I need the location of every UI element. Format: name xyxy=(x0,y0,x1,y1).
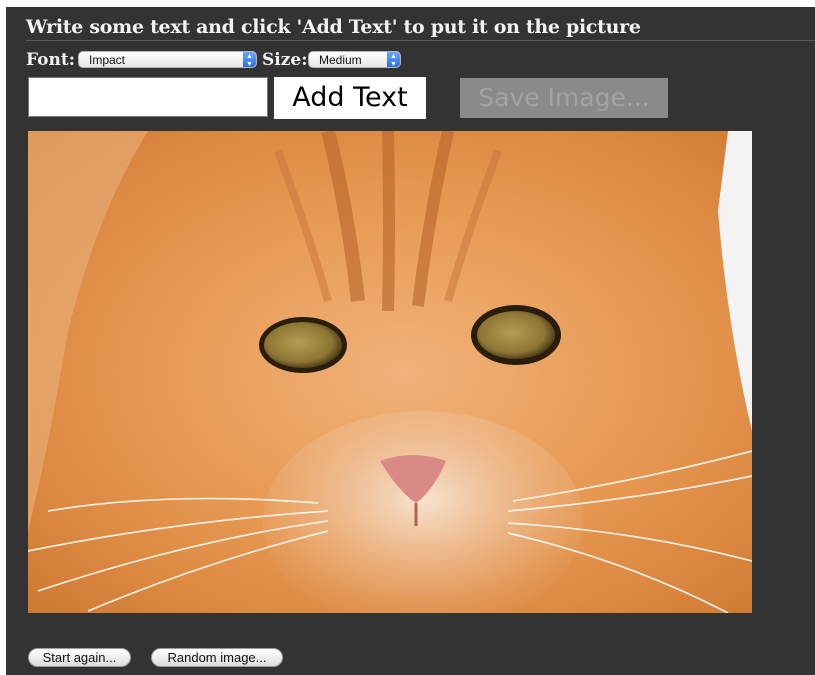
start-again-button[interactable]: Start again... xyxy=(28,648,131,667)
size-select[interactable]: Medium ▲ ▼ xyxy=(308,51,401,68)
size-select-value: Medium xyxy=(319,53,362,67)
divider xyxy=(26,40,815,41)
font-label: Font: xyxy=(26,50,75,70)
font-select[interactable]: Impact ▲ ▼ xyxy=(78,51,257,68)
instruction-text: Write some text and click 'Add Text' to … xyxy=(26,16,641,38)
random-image-button[interactable]: Random image... xyxy=(151,648,283,667)
select-arrows-icon: ▲ ▼ xyxy=(243,52,256,68)
caption-text-input[interactable] xyxy=(28,77,268,117)
size-label: Size: xyxy=(262,50,308,70)
font-select-value: Impact xyxy=(89,53,126,67)
cat-picture xyxy=(28,131,752,613)
save-image-button[interactable]: Save Image... xyxy=(460,78,668,118)
add-text-button[interactable]: Add Text xyxy=(274,77,426,119)
meme-editor-panel: Write some text and click 'Add Text' to … xyxy=(6,7,815,675)
select-arrows-icon: ▲ ▼ xyxy=(387,52,400,68)
